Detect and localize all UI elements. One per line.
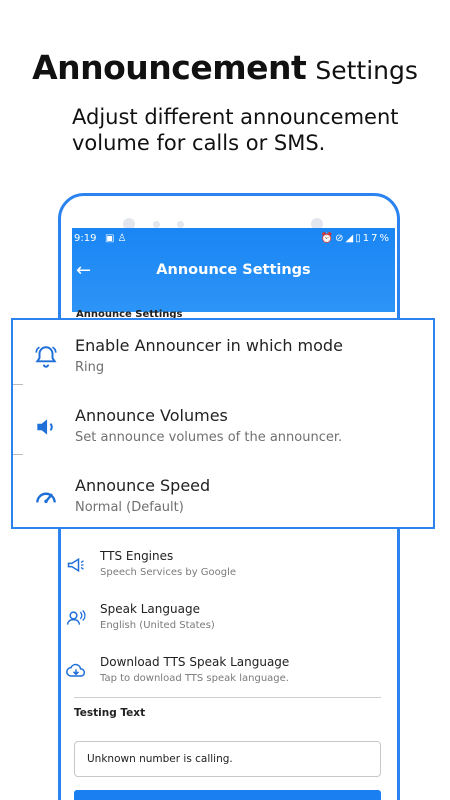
setting-title: Enable Announcer in which mode [75,336,343,355]
megaphone-icon [67,557,84,573]
setting-tts-engines[interactable]: TTS Engines Speech Services by Google [66,549,386,595]
testing-text-input[interactable] [74,741,381,777]
setting-subtitle: Normal (Default) [75,500,184,515]
mute-icon: ⊘ [335,233,346,244]
setting-announcer-mode[interactable]: Enable Announcer in which mode Ring [13,324,433,394]
sensor-dot-icon [177,221,184,228]
signal-icon: ◢ [345,233,356,244]
divider [74,697,381,698]
setting-title: Speak Language [100,602,200,616]
setting-subtitle: English (United States) [100,620,215,631]
setting-subtitle: Ring [75,360,105,375]
setting-title: Download TTS Speak Language [100,655,290,669]
testing-text-label: Testing Text [74,707,146,719]
sensor-dot-icon [153,221,160,228]
battery-icon: ▯ [355,233,363,244]
setting-subtitle: Tap to download TTS speak language. [100,673,289,684]
speedometer-icon [36,492,56,504]
page-title: Announce Settings [156,262,311,278]
bell-icon [35,346,57,368]
app-bar: 9:19 ▣♙ ⏰⊘◢▯17% ← Announce Settings [72,228,395,312]
setting-subtitle: Speech Services by Google [100,567,237,578]
setting-title: Announce Volumes [75,406,228,425]
image-icon: ▣ [105,233,118,244]
person-voice-icon [66,610,86,625]
settings-highlight-card: Enable Announcer in which mode Ring Anno… [11,318,435,529]
system-icons: ⏰⊘◢▯17% [321,233,391,244]
setting-title: TTS Engines [100,549,174,563]
setting-speak-language[interactable]: Speak Language English (United States) [66,602,386,648]
promo-headline: Announcement Settings [0,48,450,87]
setting-subtitle: Set announce volumes of the announcer. [75,430,343,445]
setting-announce-volumes[interactable]: Announce Volumes Set announce volumes of… [13,394,433,464]
alarm-icon: ⏰ [320,233,336,244]
speaker-icon [37,419,53,435]
speak-button[interactable] [74,790,381,800]
setting-download-tts-language[interactable]: Download TTS Speak Language Tap to downl… [66,655,386,701]
headline-strong: Announcement [32,48,307,87]
status-time: 9:19 [74,233,97,244]
lock-icon: ♙ [117,233,130,244]
battery-percent: 17% [362,233,391,244]
setting-announce-speed[interactable]: Announce Speed Normal (Default) [13,464,433,534]
download-icon [66,663,86,677]
setting-title: Announce Speed [75,476,211,495]
notification-icons: ▣♙ [105,233,129,244]
promo-subline: Adjust different announcement volume for… [72,105,399,155]
status-bar: 9:19 ▣♙ ⏰⊘◢▯17% [72,233,395,249]
headline-light: Settings [315,56,418,85]
